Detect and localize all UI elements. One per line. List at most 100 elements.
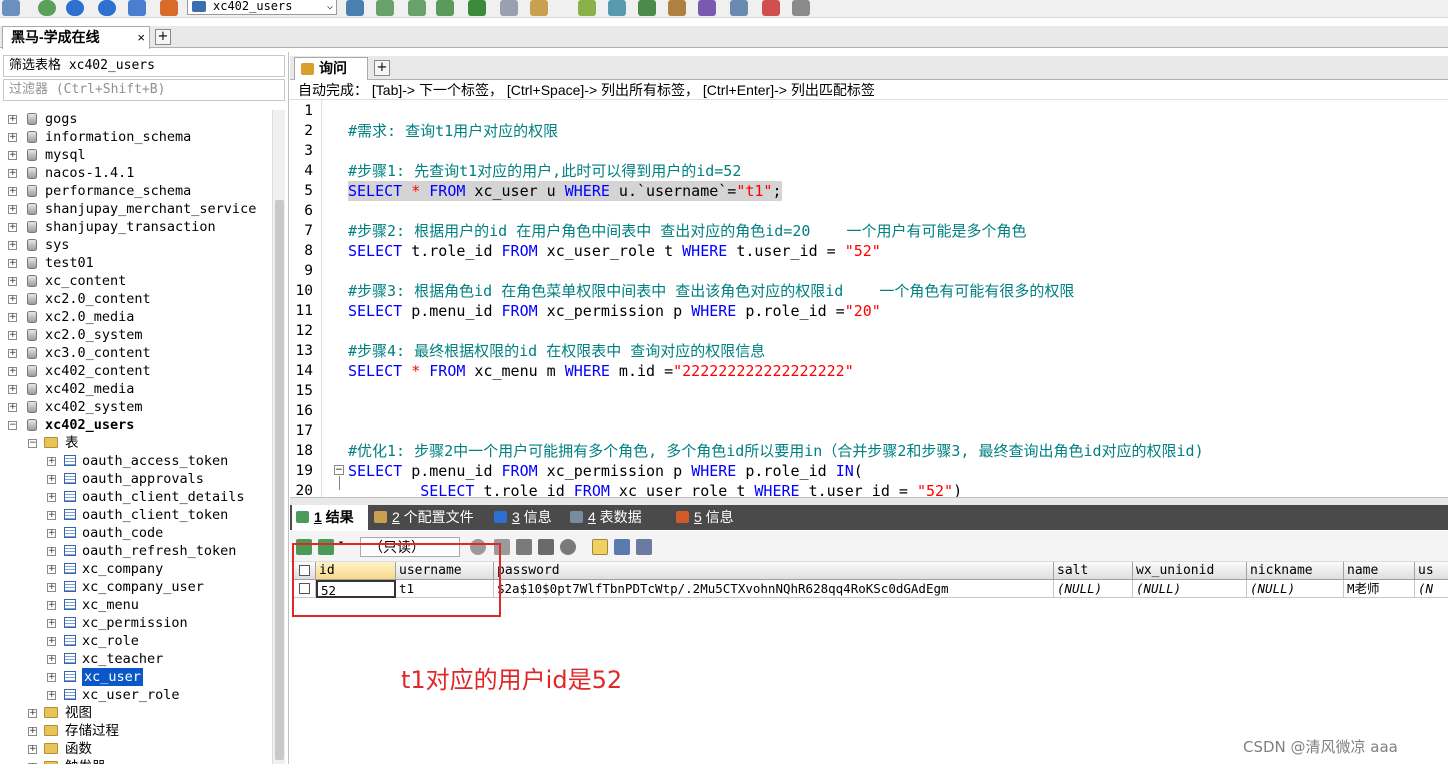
tree-database[interactable]: + mysql xyxy=(0,146,272,164)
tree-table[interactable]: + xc_user_role xyxy=(0,686,272,704)
run-icon[interactable] xyxy=(66,0,84,16)
expand-icon[interactable]: + xyxy=(8,277,17,286)
database-select[interactable]: xc402_users ⌵ xyxy=(187,0,337,15)
new-connection-icon[interactable] xyxy=(38,0,56,16)
table-cell[interactable]: (NULL) xyxy=(1054,580,1133,598)
tree-table[interactable]: + xc_company_user xyxy=(0,578,272,596)
tree-database[interactable]: + xc_content xyxy=(0,272,272,290)
tree-database[interactable]: + xc402_system xyxy=(0,398,272,416)
expand-icon[interactable]: + xyxy=(8,259,17,268)
expand-icon[interactable]: + xyxy=(8,295,17,304)
expand-icon[interactable]: + xyxy=(8,313,17,322)
tree-database[interactable]: + shanjupay_transaction xyxy=(0,218,272,236)
fold-toggle-icon[interactable]: − xyxy=(334,465,344,475)
tree-database[interactable]: + gogs xyxy=(0,110,272,128)
grid-icon[interactable] xyxy=(500,0,518,16)
stop-icon[interactable] xyxy=(128,0,146,16)
tree-folder[interactable]: + 视图 xyxy=(0,704,272,722)
expand-icon[interactable]: + xyxy=(47,691,56,700)
report-icon[interactable] xyxy=(530,0,548,16)
tree-folder[interactable]: + 存储过程 xyxy=(0,722,272,740)
expand-icon[interactable]: + xyxy=(8,115,17,124)
sql-editor[interactable]: 1 2 3 4 5 6 7 8 9 10 11 12 13 14 15 16 17 18 19 20 − #需求: 查… xyxy=(290,100,1448,497)
expand-icon[interactable]: + xyxy=(8,331,17,340)
run-all-icon[interactable] xyxy=(98,0,116,16)
result-tab[interactable]: 4 表数据 xyxy=(566,505,670,530)
expand-icon[interactable]: + xyxy=(8,367,17,376)
tree-database[interactable]: + nacos-1.4.1 xyxy=(0,164,272,182)
connection-tab[interactable]: 黑马-学成在线 × xyxy=(2,26,150,49)
delete-icon[interactable] xyxy=(538,539,554,555)
scrollbar-thumb[interactable] xyxy=(275,200,284,760)
column-header[interactable]: nickname xyxy=(1247,562,1344,580)
tree-table[interactable]: + oauth_code xyxy=(0,524,272,542)
tree-table[interactable]: + oauth_refresh_token xyxy=(0,542,272,560)
tree-database[interactable]: − xc402_users xyxy=(0,416,272,434)
tree-table[interactable]: + xc_teacher xyxy=(0,650,272,668)
expand-icon[interactable]: + xyxy=(47,475,56,484)
column-header[interactable]: name xyxy=(1344,562,1415,580)
tree-database[interactable]: + xc402_media xyxy=(0,380,272,398)
tree-database[interactable]: + xc2.0_content xyxy=(0,290,272,308)
filter-input[interactable]: 过滤器 (Ctrl+Shift+B) xyxy=(3,79,285,101)
tree-table[interactable]: + xc_permission xyxy=(0,614,272,632)
tree-scrollbar[interactable] xyxy=(272,110,285,764)
schema-icon[interactable] xyxy=(160,0,178,16)
expand-icon[interactable]: + xyxy=(8,223,17,232)
schedule-icon[interactable] xyxy=(608,0,626,16)
column-header[interactable]: us xyxy=(1415,562,1448,580)
truck-icon[interactable] xyxy=(668,0,686,16)
grid-view-icon[interactable] xyxy=(592,539,608,555)
tree-folder[interactable]: + 函数 xyxy=(0,740,272,758)
tree-database[interactable]: + information_schema xyxy=(0,128,272,146)
save-icon[interactable] xyxy=(516,539,532,555)
expand-icon[interactable]: + xyxy=(47,493,56,502)
tree-table[interactable]: + xc_company xyxy=(0,560,272,578)
backup-icon[interactable] xyxy=(376,0,394,16)
expand-icon[interactable]: + xyxy=(8,385,17,394)
migrate-icon[interactable] xyxy=(698,0,716,16)
table-cell[interactable]: (N xyxy=(1415,580,1448,598)
result-tab[interactable]: 5 信息 xyxy=(672,505,740,530)
expand-icon[interactable]: + xyxy=(8,241,17,250)
expand-icon[interactable]: + xyxy=(8,151,17,160)
users-icon[interactable] xyxy=(792,0,810,16)
tree-database[interactable]: + sys xyxy=(0,236,272,254)
add-connection-tab-button[interactable]: + xyxy=(155,29,171,45)
format-icon[interactable] xyxy=(578,0,596,16)
refresh-icon[interactable] xyxy=(346,0,364,16)
tree-table[interactable]: + oauth_client_token xyxy=(0,506,272,524)
expand-icon[interactable]: + xyxy=(28,745,37,754)
expand-icon[interactable]: + xyxy=(47,673,56,682)
expand-icon[interactable]: + xyxy=(8,349,17,358)
expand-icon[interactable]: + xyxy=(47,637,56,646)
tree-database[interactable]: + xc2.0_media xyxy=(0,308,272,326)
table-icon[interactable] xyxy=(762,0,780,16)
expand-icon[interactable]: + xyxy=(28,709,37,718)
query-tab[interactable]: 询问 xyxy=(294,57,368,80)
table-cell[interactable]: $2a$10$0pt7WlfTbnPDTcWtp/.2Mu5CTXvohnNQh… xyxy=(494,580,1054,598)
expand-icon[interactable]: + xyxy=(47,529,56,538)
expand-icon[interactable]: + xyxy=(47,583,56,592)
import-icon[interactable] xyxy=(436,0,454,16)
tree-table[interactable]: + oauth_approvals xyxy=(0,470,272,488)
close-icon[interactable]: × xyxy=(137,27,145,48)
expand-icon[interactable]: + xyxy=(8,133,17,142)
restore-icon[interactable] xyxy=(408,0,426,16)
tree-database[interactable]: + xc3.0_content xyxy=(0,344,272,362)
cancel-icon[interactable] xyxy=(560,539,576,555)
expand-icon[interactable]: + xyxy=(8,205,17,214)
tree-database[interactable]: + shanjupay_merchant_service xyxy=(0,200,272,218)
tree-table[interactable]: + xc_user xyxy=(0,668,272,686)
expand-icon[interactable]: + xyxy=(8,169,17,178)
expand-icon[interactable]: + xyxy=(47,655,56,664)
connect-icon[interactable] xyxy=(2,0,20,16)
expand-icon[interactable]: + xyxy=(8,187,17,196)
add-query-tab-button[interactable]: + xyxy=(374,60,390,76)
expand-icon[interactable]: − xyxy=(8,421,17,430)
column-header[interactable]: password xyxy=(494,562,1054,580)
export-icon[interactable] xyxy=(468,0,486,16)
tree-folder[interactable]: +触发器 xyxy=(0,758,272,764)
column-header[interactable]: salt xyxy=(1054,562,1133,580)
expand-icon[interactable]: + xyxy=(47,565,56,574)
